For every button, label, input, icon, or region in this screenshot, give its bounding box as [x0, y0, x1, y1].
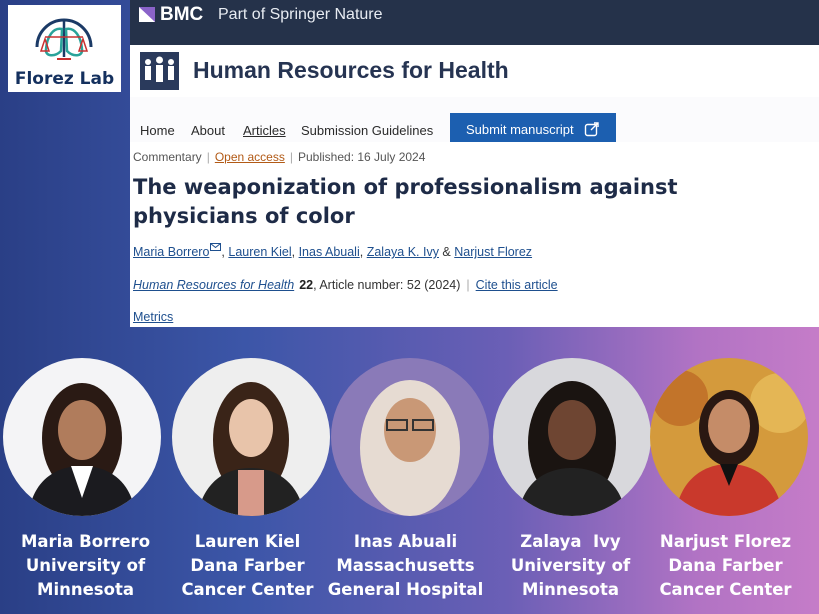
journal-title[interactable]: Human Resources for Health — [193, 57, 509, 84]
author-link[interactable]: Narjust Florez — [454, 245, 532, 259]
logo-text: Florez Lab — [14, 69, 115, 89]
citation-volume: 22 — [299, 278, 314, 292]
nav-about[interactable]: About — [191, 123, 225, 138]
person-name: Zalaya Ivy — [520, 532, 621, 551]
author-link[interactable]: Inas Abuali — [299, 245, 360, 259]
open-access-link[interactable]: Open access — [215, 150, 285, 164]
person-affiliation-line1: University of — [510, 556, 631, 575]
metrics-link[interactable]: Metrics — [133, 310, 173, 324]
person-caption: Zalaya Ivy University of Minnesota — [488, 530, 653, 602]
envelope-icon[interactable] — [210, 243, 222, 251]
submit-manuscript-button[interactable]: Submit manuscript — [450, 113, 616, 142]
article-title: The weaponization of professionalism aga… — [133, 175, 678, 228]
person-affiliation-line1: Massachusetts — [336, 556, 475, 575]
person-affiliation-line2: Cancer Center — [659, 580, 792, 599]
article-type: Commentary — [133, 150, 202, 164]
nav-articles[interactable]: Articles — [243, 123, 286, 138]
citation-journal-link[interactable]: Human Resources for Health — [133, 278, 294, 292]
nav-submission-guidelines[interactable]: Submission Guidelines — [301, 123, 433, 138]
submit-manuscript-label: Submit manuscript — [466, 122, 574, 137]
citation-article-number: , Article number: 52 (2024) — [313, 278, 461, 292]
person-caption: Inas Abuali Massachusetts General Hospit… — [323, 530, 488, 602]
person-affiliation-line2: Minnesota — [522, 580, 619, 599]
portrait-zalaya-ivy — [493, 358, 651, 516]
florez-lab-logo: Florez Lab — [8, 5, 121, 92]
article-card: Commentary | Open access | Published: 16 Jul… — [130, 142, 819, 327]
person-affiliation-line1: University of — [25, 556, 146, 575]
person-caption: Maria Borrero University of Minnesota — [3, 530, 168, 602]
bmc-logo-icon — [139, 7, 155, 22]
article-meta: Commentary | Open access | Published: 16 Jul… — [133, 150, 426, 164]
portrait-lauren-kiel — [172, 358, 330, 516]
person-affiliation-line1: Dana Farber — [190, 556, 305, 575]
journal-nav: Home About Articles Submission Guideline… — [130, 97, 819, 142]
portrait-maria-borrero — [3, 358, 161, 516]
author-list: Maria Borrero, Lauren Kiel, Inas Abuali,… — [133, 243, 532, 259]
external-link-icon — [584, 122, 599, 137]
publisher-tagline[interactable]: Part of Springer Nature — [218, 6, 383, 24]
author-separator: , — [291, 245, 299, 259]
person-name: Maria Borrero — [20, 532, 151, 551]
person-name: Lauren Kiel — [194, 532, 301, 551]
person-affiliation-line2: General Hospital — [327, 580, 484, 599]
nav-home[interactable]: Home — [140, 123, 175, 138]
author-link[interactable]: Maria Borrero — [133, 245, 209, 259]
publisher-bar: BMC Part of Springer Nature — [130, 0, 819, 45]
person-affiliation-line2: Minnesota — [37, 580, 134, 599]
publisher-brand[interactable]: BMC — [160, 4, 203, 26]
portrait-inas-abuali — [331, 358, 489, 516]
person-caption: Narjust Florez Dana Farber Cancer Center — [643, 530, 808, 602]
author-link[interactable]: Lauren Kiel — [228, 245, 291, 259]
lungs-scale-logo-icon — [35, 18, 93, 60]
author-separator: , — [359, 245, 367, 259]
person-affiliation-line2: Cancer Center — [181, 580, 314, 599]
journal-header: Human Resources for Health — [130, 45, 819, 97]
author-and: & — [438, 245, 455, 259]
published-date: Published: 16 July 2024 — [297, 150, 426, 164]
person-caption: Lauren Kiel Dana Farber Cancer Center — [165, 530, 330, 602]
author-link[interactable]: Zalaya K. Ivy — [367, 245, 439, 259]
cite-this-article-link[interactable]: Cite this article — [476, 278, 558, 292]
person-name: Inas Abuali — [353, 532, 458, 551]
journal-people-icon — [140, 52, 179, 90]
portrait-narjust-florez — [650, 358, 808, 516]
citation-line: Human Resources for Health 22, Article nu… — [133, 278, 558, 292]
person-affiliation-line1: Dana Farber — [668, 556, 783, 575]
person-name: Narjust Florez — [659, 532, 792, 551]
